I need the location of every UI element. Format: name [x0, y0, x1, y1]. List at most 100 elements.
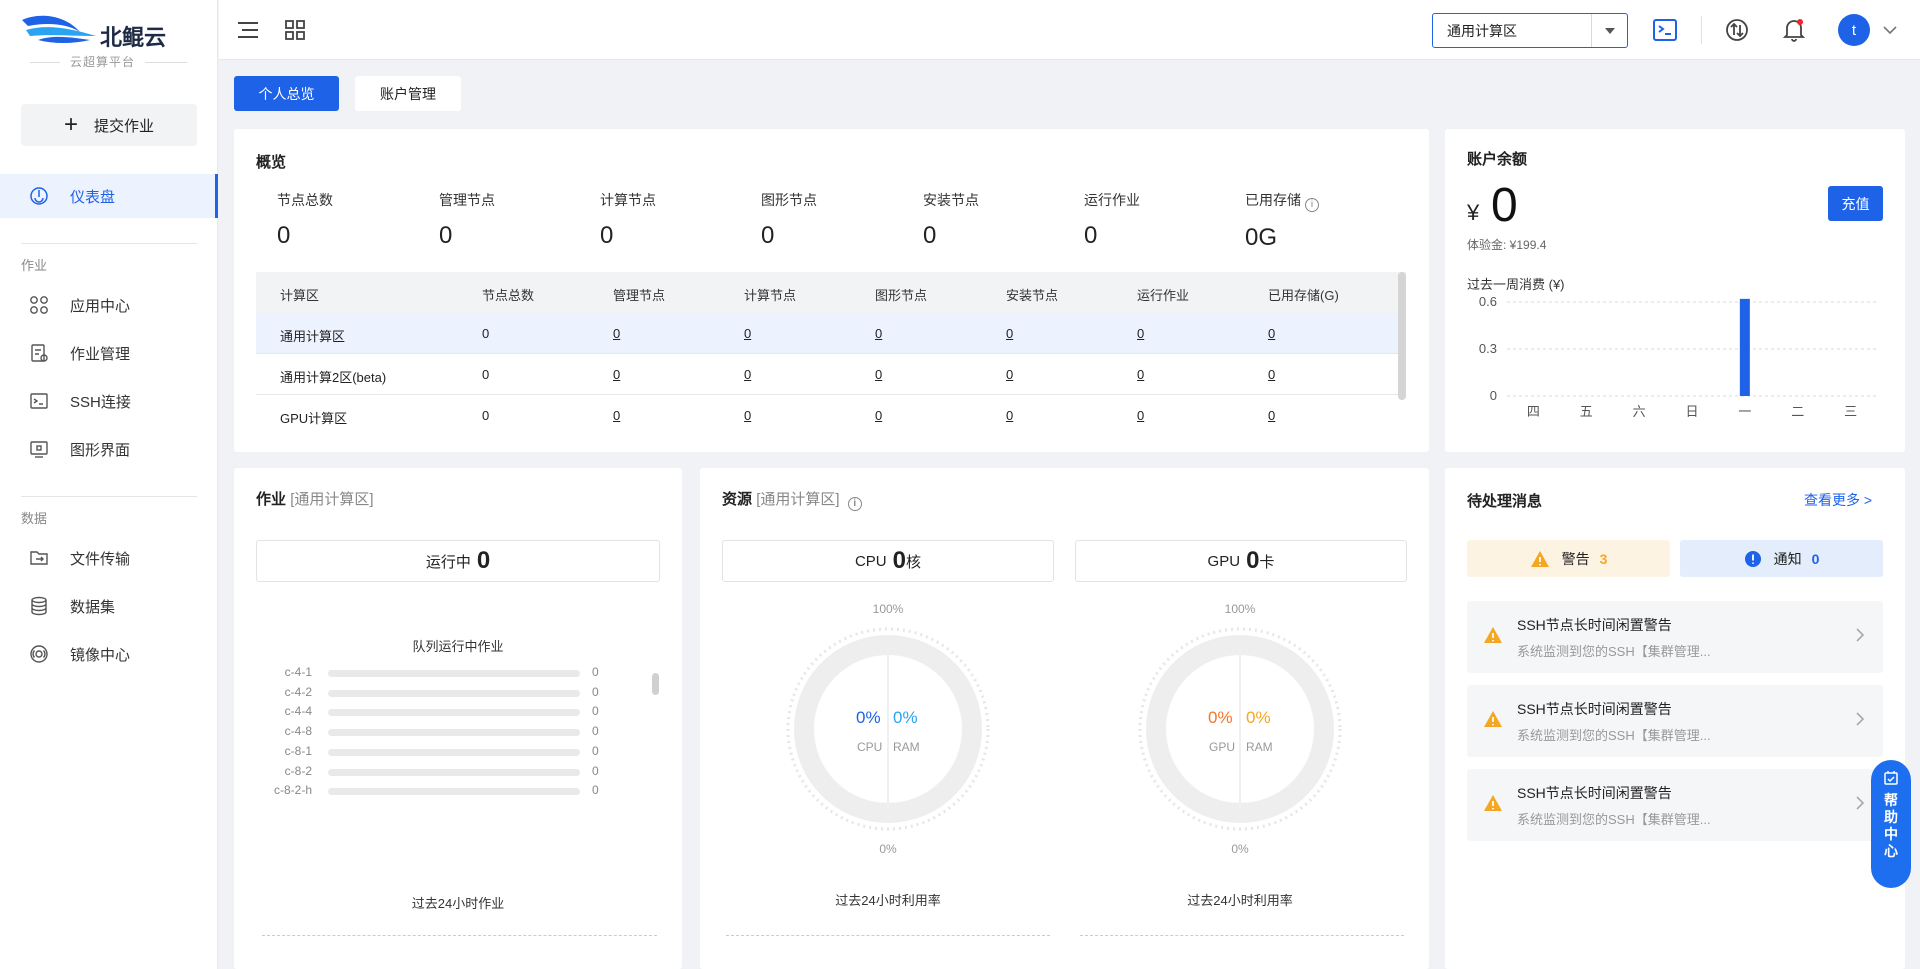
sidebar-item-job-manage[interactable]: 作业管理: [0, 331, 218, 375]
table-link[interactable]: 0: [1006, 367, 1013, 382]
table-cell: 0: [482, 408, 490, 423]
warning-icon: [1530, 550, 1549, 567]
sidebar-item-label: 仪表盘: [70, 188, 116, 206]
tab-personal-overview[interactable]: 个人总览: [234, 76, 339, 111]
sidebar-item-label: 图形界面: [70, 441, 131, 459]
help-center-char: 帮: [1884, 792, 1898, 808]
bell-icon[interactable]: [1782, 18, 1806, 42]
nav-divider: [21, 243, 197, 244]
zone-select[interactable]: 通用计算区: [1432, 13, 1628, 48]
tab-account-manage[interactable]: 账户管理: [355, 76, 461, 111]
recharge-button[interactable]: 充值: [1828, 186, 1883, 221]
bar[interactable]: [1739, 298, 1750, 396]
help-center-button[interactable]: 帮助中心: [1871, 760, 1911, 888]
table-row[interactable]: 通用计算2区(beta) 0 0 0 0 0 0 0: [256, 354, 1406, 395]
table-link[interactable]: 0: [613, 367, 620, 382]
table-cell: 通用计算区: [280, 329, 346, 344]
message-item[interactable]: SSH节点长时间闲置警告 系统监测到您的SSH【集群管理...: [1467, 601, 1883, 673]
table-cell: 通用计算2区(beta): [280, 370, 387, 385]
queue-bar: [328, 748, 580, 756]
notice-icon: [1744, 550, 1761, 567]
cpu-cores-box: CPU 0 核: [722, 540, 1054, 582]
file-transfer-icon: [28, 547, 50, 569]
message-title: SSH节点长时间闲置警告: [1517, 785, 1672, 801]
cpu-value: 0: [892, 547, 906, 574]
y-tick-label: 0.6: [1479, 294, 1497, 309]
table-row[interactable]: 通用计算区 0 0 0 0 0 0 0: [256, 313, 1406, 354]
x-tick-label: 日: [1685, 404, 1698, 419]
view-more-link[interactable]: 查看更多 >: [1804, 490, 1872, 510]
jobs-zone: [通用计算区]: [290, 491, 374, 508]
switch-icon[interactable]: [1725, 18, 1749, 42]
warning-filter[interactable]: 警告 3: [1467, 540, 1670, 577]
queue-name: c-8-2-h: [273, 783, 312, 798]
sidebar-item-label: 应用中心: [70, 297, 131, 315]
gauge-min-label: 0%: [1231, 842, 1249, 856]
sidebar-item-dataset[interactable]: 数据集: [0, 584, 218, 628]
table-link[interactable]: 0: [1137, 408, 1144, 423]
plus-icon: +: [63, 111, 78, 138]
table-link[interactable]: 0: [1006, 326, 1013, 341]
grid-icon[interactable]: [283, 18, 307, 42]
stat-label: 节点总数: [277, 192, 333, 208]
queue-name: c-4-8: [284, 724, 312, 739]
top-header: 通用计算区 t: [219, 0, 1920, 60]
sidebar-item-dashboard[interactable]: 仪表盘: [0, 174, 218, 218]
table-scrollbar[interactable]: [1398, 272, 1406, 400]
stat-install-nodes: 安装节点 0: [923, 190, 979, 250]
help-center-label: 帮助中心: [1884, 792, 1898, 860]
sidebar-item-image-center[interactable]: 镜像中心: [0, 632, 218, 676]
info-icon[interactable]: i: [847, 496, 862, 511]
table-link[interactable]: 0: [875, 408, 882, 423]
table-link[interactable]: 0: [1006, 408, 1013, 423]
stat-running-jobs: 运行作业 0: [1084, 190, 1140, 250]
sidebar-item-file-transfer[interactable]: 文件传输: [0, 536, 218, 580]
table-link[interactable]: 0: [1268, 367, 1275, 382]
sidebar-item-label: SSH连接: [70, 393, 131, 411]
table-link[interactable]: 0: [744, 408, 751, 423]
sidebar-item-ssh[interactable]: SSH连接: [0, 379, 218, 423]
table-link[interactable]: 0: [744, 326, 751, 341]
table-link[interactable]: 0: [1268, 408, 1275, 423]
sidebar-item-label: 作业管理: [70, 345, 131, 363]
logo[interactable]: 北鲲云 云超算平台: [20, 10, 195, 70]
table-link[interactable]: 0: [1137, 367, 1144, 382]
balance-value: 0: [1491, 179, 1518, 232]
message-item[interactable]: SSH节点长时间闲置警告 系统监测到您的SSH【集群管理...: [1467, 685, 1883, 757]
submit-job-button[interactable]: + 提交作业: [21, 104, 197, 146]
warning-icon: [1483, 794, 1503, 815]
table-link[interactable]: 0: [875, 367, 882, 382]
sidebar-item-label: 镜像中心: [70, 646, 131, 664]
cpu-usage-label: CPU: [857, 740, 883, 754]
stat-label: 管理节点: [439, 192, 495, 208]
table-link[interactable]: 0: [744, 367, 751, 382]
sidebar-item-gui[interactable]: 图形界面: [0, 427, 218, 471]
table-cell: 0: [482, 367, 490, 382]
queue-name: c-4-2: [284, 684, 312, 699]
table-row[interactable]: GPU计算区 0 0 0 0 0 0 0: [256, 395, 1406, 436]
column-header: 运行作业: [1137, 288, 1190, 303]
running-label: 运行中: [425, 553, 471, 571]
apps-icon: [28, 294, 50, 316]
table-link[interactable]: 0: [613, 326, 620, 341]
avatar[interactable]: t: [1838, 14, 1870, 46]
jobs-title-text: 作业: [256, 491, 287, 508]
notice-filter[interactable]: 通知 0: [1680, 540, 1883, 577]
chevron-right-icon: [1855, 627, 1865, 646]
logo-divider: [145, 62, 187, 63]
table-link[interactable]: 0: [613, 408, 620, 423]
table-link[interactable]: 0: [1137, 326, 1144, 341]
chevron-down-icon[interactable]: [1878, 18, 1902, 42]
overview-title: 概览: [256, 154, 287, 171]
info-icon[interactable]: i: [1305, 197, 1319, 212]
chart-baseline: [726, 935, 1050, 936]
menu-toggle-icon[interactable]: [236, 18, 260, 42]
message-item[interactable]: SSH节点长时间闲置警告 系统监测到您的SSH【集群管理...: [1467, 769, 1883, 841]
table-link[interactable]: 0: [875, 326, 882, 341]
page-scrollbar[interactable]: [1910, 60, 1920, 969]
queue-value: 0: [592, 743, 599, 758]
terminal-icon[interactable]: [1653, 18, 1677, 42]
sidebar-item-apps[interactable]: 应用中心: [0, 283, 218, 327]
queue-scrollbar[interactable]: [652, 673, 659, 695]
table-link[interactable]: 0: [1268, 326, 1275, 341]
